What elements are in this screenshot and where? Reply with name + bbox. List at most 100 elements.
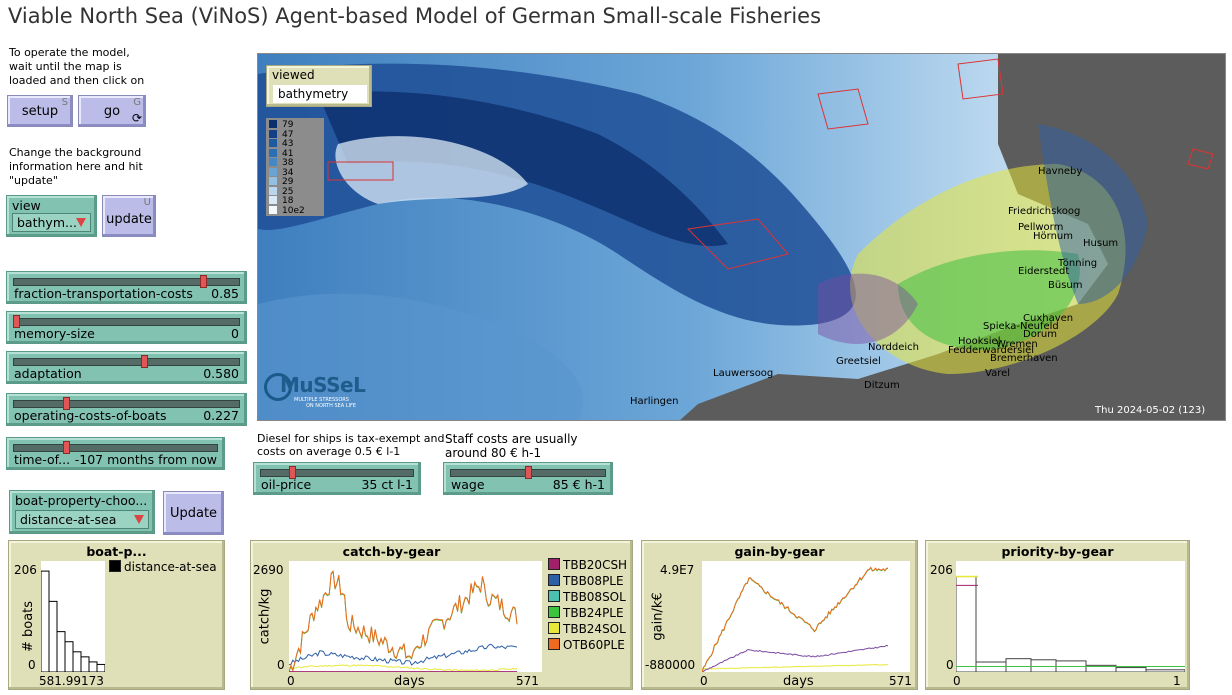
series-line	[701, 566, 889, 673]
port-label: Eiderstedt	[1018, 266, 1069, 277]
slider-thumb[interactable]	[200, 275, 207, 288]
legend-entry: 47	[269, 129, 293, 139]
histogram-bar	[48, 600, 58, 673]
legend-entry: 34	[269, 167, 293, 177]
update-button[interactable]: U update	[102, 195, 156, 237]
legend-entry: 38	[269, 158, 293, 168]
operate-note: To operate the model, wait until the map…	[9, 46, 145, 87]
plot-area	[288, 561, 542, 673]
histogram-bar	[1030, 659, 1057, 673]
plot-area	[40, 561, 106, 673]
view-chooser-select[interactable]: bathym...	[12, 213, 91, 232]
world-map[interactable]: Havneby Husum Hörnum Büsum Friedrichskoo…	[257, 53, 1226, 421]
legend-entry: 10e2	[269, 205, 305, 215]
histogram-bar	[1145, 669, 1186, 673]
diesel-note: Diesel for ships is tax-exempt and costs…	[257, 432, 445, 458]
slider-operating-costs-of-boats[interactable]: operating-costs-of-boats 0.227	[6, 393, 247, 426]
plot-area	[701, 561, 910, 673]
port-label: Varel	[985, 368, 1010, 379]
viewed-monitor: viewed bathymetry	[266, 65, 372, 107]
series-line	[701, 566, 889, 673]
dropdown-arrow-icon	[76, 218, 86, 227]
slider-thumb[interactable]	[140, 355, 148, 368]
port-label: Hooksiel	[958, 336, 1000, 347]
histogram-bar	[40, 570, 50, 673]
staff-note: Staff costs are usually around 80 € h-1	[445, 432, 578, 460]
legend-item: OTB60PLE	[548, 638, 625, 653]
legend-item: TBB24SOL	[548, 622, 626, 637]
port-label: Greetsiel	[836, 356, 881, 367]
series-line-TBB24SOL	[288, 664, 518, 672]
port-label: Harlingen	[630, 396, 679, 407]
plot-gain-by-gear: gain-by-gear 4.9E7 -880000 gain/k€ 0 day…	[641, 540, 918, 690]
legend-entry: 43	[269, 139, 293, 149]
boat-property-select[interactable]: distance-at-sea	[15, 510, 149, 529]
legend-swatch	[548, 622, 560, 634]
legend-swatch	[269, 139, 277, 147]
mussel-logo: MuSSeL MULTIPLE STRESSORS ON NORTH SEA L…	[264, 371, 374, 415]
boat-property-chooser[interactable]: boat-property-choo... distance-at-sea	[9, 490, 155, 534]
port-label: Norddeich	[868, 342, 919, 353]
legend-swatch	[269, 167, 277, 176]
histogram-bar	[955, 576, 977, 673]
legend-swatch	[269, 129, 277, 138]
legend-item: TBB08SOL	[548, 590, 626, 605]
slider-thumb[interactable]	[524, 466, 532, 479]
legend-entry: 18	[269, 196, 293, 206]
series-line	[702, 663, 888, 670]
histogram-bar	[72, 651, 82, 673]
histogram-bar	[88, 661, 98, 673]
port-label: Friedrichskoog	[1008, 206, 1080, 217]
legend-item: distance-at-sea	[109, 560, 217, 575]
legend-entry: 79	[269, 120, 293, 130]
slider-oil-price[interactable]: oil-price 35 ct l-1	[253, 462, 421, 495]
slider-memory-size[interactable]: memory-size 0	[6, 311, 247, 344]
legend-swatch	[548, 606, 560, 618]
legend-swatch	[109, 560, 121, 572]
legend-entry: 25	[269, 186, 293, 196]
port-label: Pellworm	[1018, 222, 1063, 233]
histogram-bar	[56, 631, 66, 673]
slider-adaptation[interactable]: adaptation 0.580	[6, 351, 247, 384]
legend-swatch	[269, 186, 277, 195]
legend-swatch	[269, 196, 277, 204]
histogram-bar	[64, 641, 74, 673]
forever-loop-icon: ⟳	[131, 111, 142, 125]
legend-swatch	[269, 205, 277, 214]
histogram-bar	[1005, 658, 1032, 673]
slider-fraction-transportation-costs[interactable]: fraction-transportation-costs 0.85	[6, 271, 247, 304]
legend-swatch	[548, 638, 560, 650]
legend-swatch	[269, 120, 277, 128]
legend-swatch	[269, 148, 277, 157]
legend-item: TBB08PLE	[548, 574, 624, 589]
histogram-bar	[975, 661, 1007, 673]
plot-area	[955, 561, 1186, 673]
histogram-bar	[96, 663, 106, 673]
setup-button[interactable]: S setup	[7, 95, 73, 127]
plot-boat-property: boat-p... 206 0 # boats 581.99173 distan…	[8, 540, 225, 690]
legend-swatch	[548, 558, 560, 570]
page-title: Viable North Sea (ViNoS) Agent-based Mod…	[8, 4, 822, 28]
port-label: Lauwersoog	[713, 368, 773, 379]
map-timestamp: Thu 2024-05-02 (123)	[1094, 405, 1205, 416]
legend-swatch	[548, 574, 560, 586]
update-boats-button[interactable]: Update	[163, 491, 224, 535]
series-line-OTB60PLE	[288, 569, 518, 672]
background-note: Change the background information here a…	[9, 146, 143, 187]
histogram-bar	[1115, 667, 1147, 673]
legend-swatch	[269, 158, 277, 166]
legend-item: TBB24PLE	[548, 606, 624, 621]
plot-catch-by-gear: catch-by-gear 2690 0 catch/kg 0 days 571…	[250, 540, 633, 690]
view-chooser[interactable]: view bathym...	[6, 195, 97, 237]
legend-item: TBB20CSH	[548, 558, 627, 573]
legend-swatch	[548, 590, 560, 602]
histogram-bar	[80, 656, 90, 673]
legend-swatch	[269, 177, 277, 185]
map-canvas: Havneby Husum Hörnum Büsum Friedrichskoo…	[258, 54, 1225, 420]
port-label: Ditzum	[864, 380, 900, 391]
slider-wage[interactable]: wage 85 € h-1	[443, 462, 613, 495]
series-line-TBB24PLE	[288, 570, 518, 673]
bathymetry-legend: 79 47 43 41 38 34 29 25 18 10e2	[266, 118, 324, 216]
slider-time-offset[interactable]: time-of... -107 months from now	[6, 437, 225, 470]
go-button[interactable]: G go ⟳	[78, 95, 146, 127]
